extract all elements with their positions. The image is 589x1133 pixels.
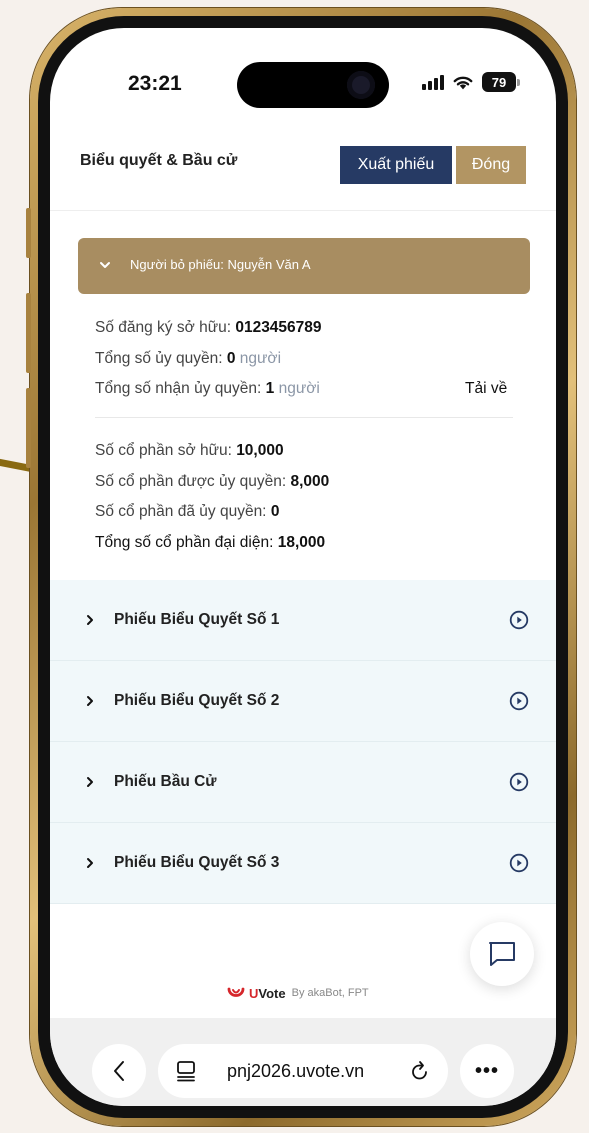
brand-name: UVote [249,986,286,1001]
chevron-right-icon [87,615,93,625]
chat-button[interactable] [470,922,534,986]
ballot-title: Phiếu Biểu Quyết Số 3 [114,854,280,871]
ballot-title: Phiếu Bầu Cử [114,773,217,790]
play-circle-icon[interactable] [509,610,529,630]
play-circle-icon[interactable] [509,772,529,792]
shares-total-value: 18,000 [277,534,326,551]
ballot-list: Phiếu Biểu Quyết Số 1 Phiếu Biểu Quyết S… [50,580,556,904]
download-link[interactable]: Tải về [465,380,507,398]
browser-toolbar: pnj2026.uvote.vn ••• [50,1018,556,1106]
app-content: Biểu quyết & Bầu cử Xuất phiếu Đóng Ngườ… [50,114,556,1106]
phone-bezel: 23:21 79 Biểu quyết & Bầu cử Xuất phiếu … [38,16,568,1118]
url-text: pnj2026.uvote.vn [227,1061,365,1081]
shares-given-value: 0 [270,503,280,520]
ballot-item[interactable]: Phiếu Biểu Quyết Số 1 [50,580,556,661]
chevron-right-icon [87,858,93,868]
volume-up-button [26,293,31,373]
voter-panel-toggle[interactable]: Người bỏ phiếu: Nguyễn Văn A [78,238,530,294]
brand-name-rest: Vote [258,985,286,1001]
back-icon [114,1061,124,1081]
proxies-given-unit: người [239,350,282,367]
uvote-logo-icon [227,987,245,997]
phone-screen: 23:21 79 Biểu quyết & Bầu cử Xuất phiếu … [50,28,556,1106]
ballot-item[interactable]: Phiếu Biểu Quyết Số 2 [50,661,556,742]
shares-received-value: 8,000 [290,473,330,490]
chevron-down-icon [100,262,110,268]
export-ballot-button[interactable]: Xuất phiếu [340,146,452,184]
chevron-right-icon [87,696,93,706]
chevron-right-icon [87,777,93,787]
signal-icon [422,74,444,90]
proxies-received: Tổng số nhận ủy quyền: 1 người [95,380,320,398]
proxies-received-label: Tổng số nhận ủy quyền: [95,380,262,397]
ownership-registration-value: 0123456789 [235,319,322,336]
divider [95,417,513,418]
more-button[interactable]: ••• [460,1044,514,1098]
play-circle-icon[interactable] [509,691,529,711]
proxies-received-value: 1 [265,380,275,397]
ownership-registration-label: Số đăng ký sở hữu: [95,319,232,336]
page-title: Biểu quyết & Bầu cử [80,152,238,169]
more-icon: ••• [474,1059,499,1082]
action-button [26,208,31,258]
ballot-item[interactable]: Phiếu Bầu Cử [50,742,556,823]
shares-received-label: Số cổ phần được ủy quyền: [95,473,287,490]
proxies-received-unit: người [278,380,320,397]
shares-total-label: Tổng số cổ phần đại diện: [95,534,274,551]
status-icons: 79 [422,72,520,92]
camera-icon [347,71,375,99]
proxies-given: Tổng số ủy quyền: 0 người [95,350,281,368]
close-button[interactable]: Đóng [456,146,526,184]
battery-icon: 79 [482,72,520,92]
shares-owned-value: 10,000 [236,442,284,459]
shares-received: Số cổ phần được ủy quyền: 8,000 [95,473,329,491]
status-bar: 23:21 79 [50,28,556,118]
address-bar[interactable]: pnj2026.uvote.vn [158,1044,448,1098]
brand-name-u: U [249,985,259,1001]
ballot-item[interactable]: Phiếu Biểu Quyết Số 3 [50,823,556,904]
ballot-title: Phiếu Biểu Quyết Số 1 [114,611,280,628]
dynamic-island [237,62,389,108]
back-button[interactable] [92,1044,146,1098]
shares-owned: Số cổ phần sở hữu: 10,000 [95,442,284,460]
shares-given: Số cổ phần đã ủy quyền: 0 [95,503,279,521]
proxies-given-value: 0 [226,350,236,367]
shares-total: Tổng số cổ phần đại diện: 18,000 [95,534,325,552]
wifi-icon [453,76,473,90]
reload-icon[interactable] [410,1060,430,1082]
ballot-title: Phiếu Biểu Quyết Số 2 [114,692,280,709]
chat-icon [489,942,515,966]
footer-brand: UVote By akaBot, FPT [226,984,369,1002]
ownership-registration: Số đăng ký sở hữu: 0123456789 [95,319,322,337]
proxies-given-label: Tổng số ủy quyền: [95,350,223,367]
tabs-icon[interactable] [176,1060,196,1082]
status-time: 23:21 [128,72,182,95]
shares-given-label: Số cổ phần đã ủy quyền: [95,503,267,520]
brand-byline: By akaBot, FPT [291,987,369,999]
play-circle-icon[interactable] [509,853,529,873]
app-header: Biểu quyết & Bầu cử Xuất phiếu Đóng [50,114,556,211]
volume-down-button [26,388,31,468]
voter-name-label: Người bỏ phiếu: Nguyễn Văn A [130,257,311,272]
phone-frame: 23:21 79 Biểu quyết & Bầu cử Xuất phiếu … [26,8,576,1126]
battery-level: 79 [482,72,516,92]
shares-owned-label: Số cổ phần sở hữu: [95,442,232,459]
